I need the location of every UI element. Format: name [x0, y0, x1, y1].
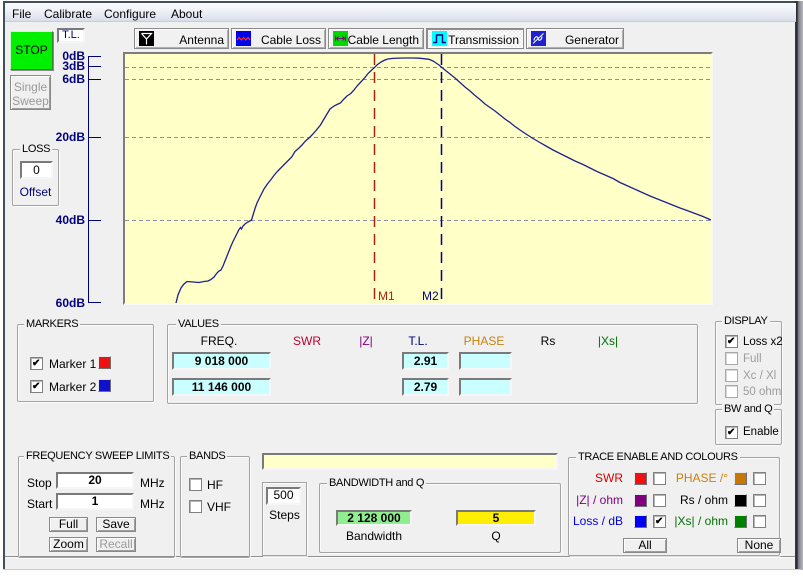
svg-text:M2: M2 — [422, 289, 439, 303]
svg-text:M1: M1 — [378, 289, 395, 303]
